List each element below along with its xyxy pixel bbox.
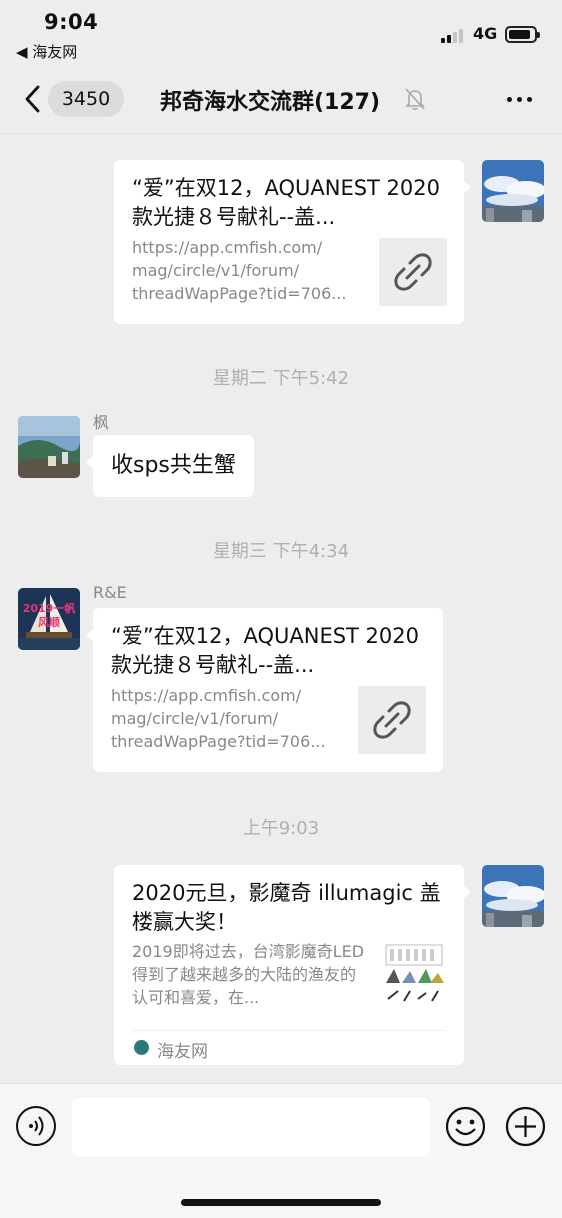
avatar-text: 2019一帆风顺 bbox=[22, 602, 76, 629]
link-icon bbox=[373, 701, 411, 739]
my-avatar[interactable] bbox=[482, 160, 544, 222]
voice-icon bbox=[29, 1116, 44, 1136]
chat-header: 3450 邦奇海水交流群(127) bbox=[0, 66, 562, 132]
article-source: 海友网 bbox=[157, 1042, 208, 1062]
link-card-url: https://app.cmfish.com/ mag/circle/v1/fo… bbox=[132, 238, 347, 303]
article-card-message[interactable]: 2020元旦，影魔奇 illumagic 盖楼赢大奖！ 2019即将过去，台湾影… bbox=[114, 865, 471, 1065]
article-title: 2020元旦，影魔奇 illumagic 盖楼赢大奖！ bbox=[132, 881, 441, 934]
timestamp: 上午9:03 bbox=[242, 818, 320, 839]
link-card-message[interactable]: “爱”在双12，AQUANEST 2020款光捷８号献礼--盖... https… bbox=[114, 160, 471, 324]
sender-name: 枫 bbox=[93, 413, 110, 432]
link-card-title: “爱”在双12，AQUANEST 2020款光捷８号献礼--盖... bbox=[132, 176, 440, 229]
link-card-url: https://app.cmfish.com/ mag/circle/v1/fo… bbox=[111, 686, 326, 751]
emoji-button-icon[interactable] bbox=[445, 1106, 486, 1147]
sender-avatar[interactable]: 2019一帆风顺 bbox=[18, 588, 80, 650]
article-thumbnail bbox=[380, 941, 448, 1015]
battery-icon bbox=[505, 26, 540, 43]
sender-name: R&E bbox=[93, 583, 127, 602]
link-card-title: “爱”在双12，AQUANEST 2020款光捷８号献礼--盖... bbox=[111, 624, 419, 677]
link-icon bbox=[394, 253, 432, 291]
mute-bell-icon bbox=[405, 88, 425, 110]
link-thumbnail bbox=[358, 686, 426, 754]
link-card-message[interactable]: “爱”在双12，AQUANEST 2020款光捷８号献礼--盖... https… bbox=[86, 608, 443, 772]
status-bar: 9:04 ◀ 海友网 4G bbox=[0, 0, 562, 66]
signal-icon bbox=[441, 27, 467, 43]
my-avatar[interactable] bbox=[482, 865, 544, 927]
chat-title: 邦奇海水交流群(127) bbox=[160, 90, 381, 115]
link-thumbnail bbox=[379, 238, 447, 306]
timestamp: 星期二 下午5:42 bbox=[212, 368, 350, 389]
network-type: 4G bbox=[473, 24, 498, 43]
more-options-icon[interactable] bbox=[503, 90, 537, 108]
text-message[interactable]: 收sps共生蟹 bbox=[86, 435, 254, 497]
message-list[interactable]: “爱”在双12，AQUANEST 2020款光捷８号献礼--盖... https… bbox=[0, 133, 562, 1083]
article-description: 2019即将过去，台湾影魔奇LED得到了越来越多的大陆的渔友的认可和喜爱，在..… bbox=[132, 942, 365, 1007]
back-to-app-link[interactable]: ◀ 海友网 bbox=[16, 41, 77, 62]
home-indicator bbox=[181, 1199, 381, 1206]
unread-count-badge[interactable]: 3450 bbox=[48, 81, 124, 117]
voice-input-button[interactable] bbox=[16, 1106, 56, 1146]
sender-avatar[interactable] bbox=[18, 416, 80, 478]
timestamp: 星期三 下午4:34 bbox=[212, 541, 350, 562]
status-time: 9:04 bbox=[44, 10, 99, 34]
message-input[interactable] bbox=[72, 1098, 430, 1156]
card-divider bbox=[132, 1030, 446, 1031]
more-actions-plus-icon[interactable] bbox=[505, 1106, 546, 1147]
input-bar bbox=[0, 1083, 562, 1218]
source-logo-icon bbox=[134, 1040, 149, 1055]
back-arrow-icon[interactable] bbox=[22, 84, 44, 114]
